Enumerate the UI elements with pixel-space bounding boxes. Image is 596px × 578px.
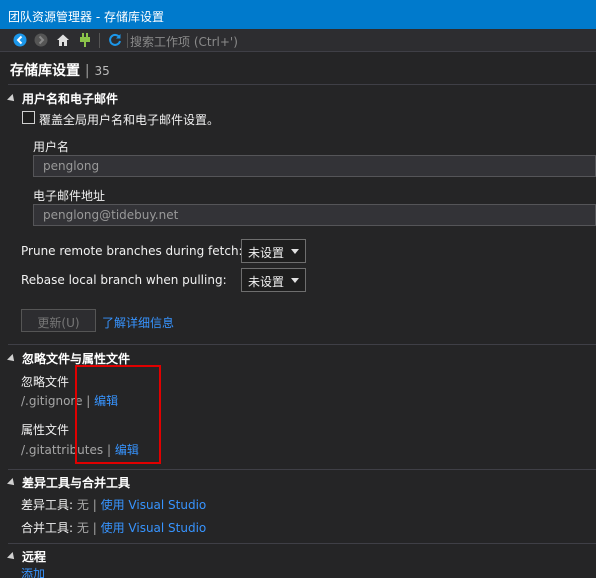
override-global-checkbox[interactable] — [22, 111, 35, 124]
update-button[interactable]: 更新(U) — [21, 309, 96, 332]
page-title: 存储库设置 | 35 — [10, 60, 110, 80]
collapse-triangle-icon — [7, 354, 17, 364]
collapse-triangle-icon — [7, 94, 17, 104]
toolbar-separator — [99, 33, 100, 48]
section-divider — [8, 469, 596, 470]
email-label: 电子邮件地址 — [33, 189, 106, 203]
email-field[interactable]: penglong@tidebuy.net — [33, 204, 596, 226]
toolbar-separator — [127, 33, 128, 48]
section-divider — [8, 84, 596, 85]
toolbar: 搜索工作项 (Ctrl+') — [0, 29, 596, 52]
separator: | — [92, 498, 97, 512]
home-icon[interactable] — [55, 32, 71, 48]
section-header-remotes[interactable]: 远程 — [7, 548, 47, 565]
merge-tool-value: 无 — [76, 521, 89, 535]
refresh-icon[interactable] — [107, 32, 123, 48]
rebase-label: Rebase local branch when pulling: — [21, 273, 227, 287]
collapse-triangle-icon — [7, 552, 17, 562]
diff-tool-label: 差异工具: — [21, 498, 74, 512]
use-vs-diff-link[interactable]: 使用 Visual Studio — [101, 498, 207, 512]
section-title: 忽略文件与属性文件 — [22, 352, 131, 366]
separator: | — [92, 521, 97, 535]
rebase-select-value: 未设置 — [248, 275, 285, 289]
highlight-annotation-box — [75, 365, 161, 464]
section-title: 远程 — [22, 550, 47, 564]
chevron-down-icon — [291, 278, 299, 283]
username-label: 用户名 — [33, 140, 70, 154]
override-global-label: 覆盖全局用户名和电子邮件设置。 — [39, 113, 220, 127]
merge-tool-label: 合并工具: — [21, 521, 74, 535]
back-icon[interactable] — [12, 32, 28, 48]
attributes-file-label: 属性文件 — [21, 423, 70, 437]
ignore-file-label: 忽略文件 — [21, 375, 70, 389]
collapse-triangle-icon — [7, 478, 17, 488]
section-divider — [8, 543, 596, 544]
prune-select[interactable]: 未设置 — [241, 239, 306, 263]
chevron-down-icon — [291, 249, 299, 254]
prune-label: Prune remote branches during fetch: — [21, 244, 243, 258]
section-header-tools[interactable]: 差异工具与合并工具 — [7, 474, 131, 491]
forward-icon[interactable] — [33, 32, 49, 48]
changes-count: 35 — [94, 64, 110, 78]
prune-select-value: 未设置 — [248, 246, 285, 260]
learn-more-link[interactable]: 了解详细信息 — [102, 314, 174, 331]
ignore-file-path: /.gitignore — [21, 394, 83, 408]
username-field[interactable]: penglong — [33, 155, 596, 177]
connect-plug-icon[interactable] — [77, 32, 93, 48]
section-title: 用户名和电子邮件 — [22, 92, 119, 106]
use-vs-merge-link[interactable]: 使用 Visual Studio — [101, 521, 207, 535]
diff-tool-value: 无 — [76, 498, 89, 512]
search-input[interactable]: 搜索工作项 (Ctrl+') — [130, 31, 596, 49]
title-separator: | — [84, 63, 90, 79]
section-divider — [8, 344, 596, 345]
diff-tool-row: 差异工具: 无 | 使用 Visual Studio — [21, 496, 206, 513]
add-remote-link[interactable]: 添加 — [21, 565, 45, 578]
section-header-user[interactable]: 用户名和电子邮件 — [7, 90, 119, 107]
section-title: 差异工具与合并工具 — [22, 476, 131, 490]
rebase-select[interactable]: 未设置 — [241, 268, 306, 292]
page-title-text: 存储库设置 — [10, 63, 80, 79]
merge-tool-row: 合并工具: 无 | 使用 Visual Studio — [21, 519, 206, 536]
window-title: 团队资源管理器 - 存储库设置 — [0, 0, 596, 29]
